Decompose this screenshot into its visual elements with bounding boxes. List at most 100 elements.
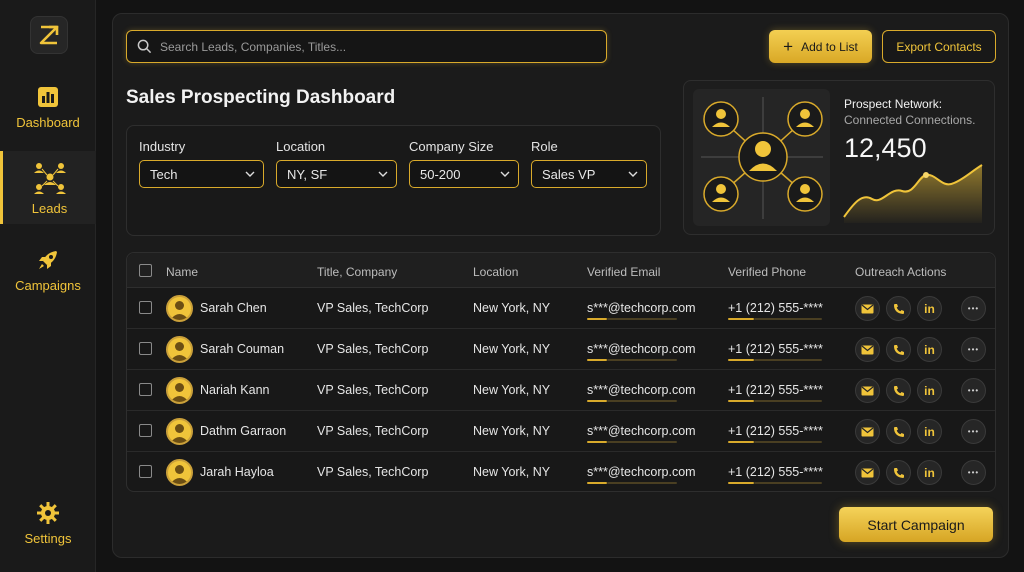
linkedin-icon: in <box>924 301 935 316</box>
lead-email[interactable]: s***@techcorp.com <box>587 424 696 438</box>
call-action-button[interactable] <box>886 460 911 485</box>
start-campaign-button[interactable]: Start Campaign <box>839 507 993 542</box>
verified-phone-indicator <box>728 400 754 402</box>
lead-phone[interactable]: +1 (212) 555-**** <box>728 424 823 438</box>
column-header[interactable]: Verified Email <box>587 265 660 279</box>
lead-name[interactable]: Nariah Kann <box>200 383 270 397</box>
search-bar[interactable] <box>126 30 607 63</box>
row-checkbox[interactable] <box>139 383 152 396</box>
plus-icon: + <box>783 37 794 56</box>
call-action-button[interactable] <box>886 337 911 362</box>
column-header[interactable]: Title, Company <box>317 265 397 279</box>
table-row[interactable]: Sarah Chen VP Sales, TechCorp New York, … <box>127 288 995 329</box>
row-checkbox[interactable] <box>139 465 152 478</box>
lead-title: VP Sales, TechCorp <box>317 465 429 479</box>
avatar <box>166 377 193 404</box>
call-action-button[interactable] <box>886 296 911 321</box>
linkedin-action-button[interactable]: in <box>917 419 942 444</box>
avatar <box>166 295 193 322</box>
linkedin-action-button[interactable]: in <box>917 460 942 485</box>
email-action-button[interactable] <box>855 296 880 321</box>
person-icon <box>170 342 189 361</box>
filter-location: Location NY, SF <box>276 139 397 188</box>
network-title: Prospect Network: <box>844 97 943 111</box>
more-actions-button[interactable]: ••• <box>961 419 986 444</box>
more-actions-button[interactable]: ••• <box>961 296 986 321</box>
filter-role: Role Sales VP <box>531 139 647 188</box>
verified-phone-track <box>754 482 822 484</box>
table-row[interactable]: Jarah Hayloa VP Sales, TechCorp New York… <box>127 452 995 493</box>
more-actions-button[interactable]: ••• <box>961 460 986 485</box>
lead-phone[interactable]: +1 (212) 555-**** <box>728 301 823 315</box>
filter-label: Location <box>276 139 326 154</box>
lead-name[interactable]: Dathm Garraon <box>200 424 286 438</box>
phone-icon <box>893 467 904 478</box>
industry-select[interactable]: Tech <box>139 160 264 188</box>
row-checkbox[interactable] <box>139 424 152 437</box>
company-size-select[interactable]: 50-200 <box>409 160 519 188</box>
filter-value: Sales VP <box>542 166 596 182</box>
sidebar-item-dashboard[interactable]: Dashboard <box>0 85 96 130</box>
app-logo[interactable] <box>30 16 68 54</box>
network-graph-icon <box>693 89 830 226</box>
add-to-list-button[interactable]: + Add to List <box>769 30 872 63</box>
envelope-icon <box>861 468 874 477</box>
linkedin-action-button[interactable]: in <box>917 337 942 362</box>
row-checkbox[interactable] <box>139 342 152 355</box>
linkedin-action-button[interactable]: in <box>917 296 942 321</box>
table-row[interactable]: Sarah Couman VP Sales, TechCorp New York… <box>127 329 995 370</box>
filter-industry: Industry Tech <box>139 139 264 188</box>
lead-name[interactable]: Jarah Hayloa <box>200 465 274 479</box>
sidebar-item-campaigns[interactable]: Campaigns <box>0 248 96 293</box>
lead-email[interactable]: s***@techcorp.com <box>587 301 696 315</box>
column-header[interactable]: Name <box>166 265 198 279</box>
verified-email-indicator <box>587 400 607 402</box>
more-actions-button[interactable]: ••• <box>961 378 986 403</box>
lead-location: New York, NY <box>473 424 551 438</box>
lead-name[interactable]: Sarah Chen <box>200 301 267 315</box>
verified-email-track <box>607 482 677 484</box>
verified-phone-track <box>754 441 822 443</box>
lead-title: VP Sales, TechCorp <box>317 383 429 397</box>
table-row[interactable]: Dathm Garraon VP Sales, TechCorp New Yor… <box>127 411 995 452</box>
call-action-button[interactable] <box>886 378 911 403</box>
verified-phone-track <box>754 318 822 320</box>
gear-icon <box>37 502 59 524</box>
network-subtitle: Connected Connections. <box>844 113 976 127</box>
table-header: Name Title, Company Location Verified Em… <box>127 253 995 288</box>
email-action-button[interactable] <box>855 419 880 444</box>
verified-phone-track <box>754 359 822 361</box>
search-input[interactable] <box>160 39 580 54</box>
linkedin-action-button[interactable]: in <box>917 378 942 403</box>
sidebar-item-label: Leads <box>31 201 68 216</box>
phone-icon <box>893 385 904 396</box>
email-action-button[interactable] <box>855 460 880 485</box>
lead-phone[interactable]: +1 (212) 555-**** <box>728 342 823 356</box>
email-action-button[interactable] <box>855 378 880 403</box>
location-select[interactable]: NY, SF <box>276 160 397 188</box>
lead-name[interactable]: Sarah Couman <box>200 342 284 356</box>
lead-phone[interactable]: +1 (212) 555-**** <box>728 383 823 397</box>
export-contacts-button[interactable]: Export Contacts <box>882 30 996 63</box>
sidebar-item-leads[interactable]: Leads <box>0 151 96 224</box>
role-select[interactable]: Sales VP <box>531 160 647 188</box>
chevron-down-icon <box>500 171 510 177</box>
more-icon: ••• <box>967 304 980 313</box>
column-header[interactable]: Verified Phone <box>728 265 806 279</box>
lead-email[interactable]: s***@techcorp.com <box>587 383 696 397</box>
call-action-button[interactable] <box>886 419 911 444</box>
select-all-checkbox[interactable] <box>139 264 152 277</box>
lead-email[interactable]: s***@techcorp.com <box>587 342 696 356</box>
person-icon <box>170 424 189 443</box>
network-graph-icon <box>701 97 823 219</box>
search-icon <box>137 39 152 54</box>
sidebar-item-settings[interactable]: Settings <box>0 501 96 546</box>
row-checkbox[interactable] <box>139 301 152 314</box>
email-action-button[interactable] <box>855 337 880 362</box>
column-header[interactable]: Location <box>473 265 518 279</box>
lead-phone[interactable]: +1 (212) 555-**** <box>728 465 823 479</box>
lead-email[interactable]: s***@techcorp.com <box>587 465 696 479</box>
start-campaign-label: Start Campaign <box>867 516 965 533</box>
more-actions-button[interactable]: ••• <box>961 337 986 362</box>
table-row[interactable]: Nariah Kann VP Sales, TechCorp New York,… <box>127 370 995 411</box>
